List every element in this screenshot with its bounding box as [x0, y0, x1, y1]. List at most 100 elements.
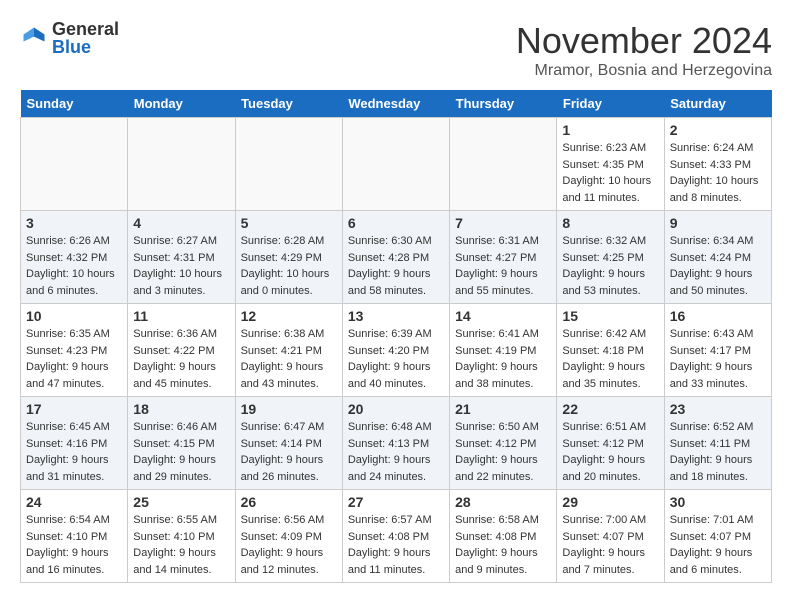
day-info: Sunrise: 6:30 AM Sunset: 4:28 PM Dayligh… — [348, 233, 444, 299]
title-area: November 2024 Mramor, Bosnia and Herzego… — [516, 20, 772, 80]
logo-blue-text: Blue — [52, 38, 119, 56]
calendar-cell — [342, 118, 449, 211]
calendar-cell: 24 Sunrise: 6:54 AM Sunset: 4:10 PM Dayli… — [21, 490, 128, 583]
day-info: Sunrise: 6:55 AM Sunset: 4:10 PM Dayligh… — [133, 512, 229, 578]
day-number: 13 — [348, 308, 444, 324]
day-info: Sunrise: 6:31 AM Sunset: 4:27 PM Dayligh… — [455, 233, 551, 299]
day-number: 24 — [26, 494, 122, 510]
day-info: Sunrise: 6:32 AM Sunset: 4:25 PM Dayligh… — [562, 233, 658, 299]
calendar-week-row: 17 Sunrise: 6:45 AM Sunset: 4:16 PM Dayli… — [21, 397, 772, 490]
day-info: Sunrise: 6:39 AM Sunset: 4:20 PM Dayligh… — [348, 326, 444, 392]
calendar-cell: 4 Sunrise: 6:27 AM Sunset: 4:31 PM Daylig… — [128, 211, 235, 304]
day-number: 1 — [562, 122, 658, 138]
header-tuesday: Tuesday — [235, 90, 342, 118]
calendar-cell — [21, 118, 128, 211]
day-info: Sunrise: 6:41 AM Sunset: 4:19 PM Dayligh… — [455, 326, 551, 392]
day-number: 23 — [670, 401, 766, 417]
day-info: Sunrise: 6:43 AM Sunset: 4:17 PM Dayligh… — [670, 326, 766, 392]
calendar-cell: 10 Sunrise: 6:35 AM Sunset: 4:23 PM Dayli… — [21, 304, 128, 397]
day-number: 17 — [26, 401, 122, 417]
day-info: Sunrise: 6:47 AM Sunset: 4:14 PM Dayligh… — [241, 419, 337, 485]
header-wednesday: Wednesday — [342, 90, 449, 118]
calendar-cell: 8 Sunrise: 6:32 AM Sunset: 4:25 PM Daylig… — [557, 211, 664, 304]
day-info: Sunrise: 6:58 AM Sunset: 4:08 PM Dayligh… — [455, 512, 551, 578]
calendar-cell: 1 Sunrise: 6:23 AM Sunset: 4:35 PM Daylig… — [557, 118, 664, 211]
day-number: 20 — [348, 401, 444, 417]
day-number: 10 — [26, 308, 122, 324]
calendar-cell: 12Sunrise: 6:38 AM Sunset: 4:21 PM Dayli… — [235, 304, 342, 397]
day-info: Sunrise: 6:36 AM Sunset: 4:22 PM Dayligh… — [133, 326, 229, 392]
calendar-cell: 21 Sunrise: 6:50 AM Sunset: 4:12 PM Dayli… — [450, 397, 557, 490]
day-info: Sunrise: 6:54 AM Sunset: 4:10 PM Dayligh… — [26, 512, 122, 578]
day-info: Sunrise: 6:56 AM Sunset: 4:09 PM Dayligh… — [241, 512, 337, 578]
calendar-cell: 30 Sunrise: 7:01 AM Sunset: 4:07 PM Dayli… — [664, 490, 771, 583]
day-number: 21 — [455, 401, 551, 417]
day-number: 19 — [241, 401, 337, 417]
day-number: 6 — [348, 215, 444, 231]
calendar-cell: 13 Sunrise: 6:39 AM Sunset: 4:20 PM Dayli… — [342, 304, 449, 397]
calendar-cell: 17 Sunrise: 6:45 AM Sunset: 4:16 PM Dayli… — [21, 397, 128, 490]
day-info: Sunrise: 6:45 AM Sunset: 4:16 PM Dayligh… — [26, 419, 122, 485]
day-info: Sunrise: 6:42 AM Sunset: 4:18 PM Dayligh… — [562, 326, 658, 392]
page-header: General Blue November 2024 Mramor, Bosni… — [20, 20, 772, 80]
day-number: 3 — [26, 215, 122, 231]
day-number: 29 — [562, 494, 658, 510]
calendar-cell: 19 Sunrise: 6:47 AM Sunset: 4:14 PM Dayli… — [235, 397, 342, 490]
calendar-cell: 5Sunrise: 6:28 AM Sunset: 4:29 PM Daylig… — [235, 211, 342, 304]
logo: General Blue — [20, 20, 119, 56]
calendar-cell — [235, 118, 342, 211]
day-number: 30 — [670, 494, 766, 510]
header-monday: Monday — [128, 90, 235, 118]
day-number: 22 — [562, 401, 658, 417]
calendar-cell: 7Sunrise: 6:31 AM Sunset: 4:27 PM Daylig… — [450, 211, 557, 304]
calendar-cell: 28 Sunrise: 6:58 AM Sunset: 4:08 PM Dayli… — [450, 490, 557, 583]
calendar-cell: 27 Sunrise: 6:57 AM Sunset: 4:08 PM Dayli… — [342, 490, 449, 583]
month-title: November 2024 — [516, 20, 772, 62]
day-number: 25 — [133, 494, 229, 510]
day-number: 14 — [455, 308, 551, 324]
day-info: Sunrise: 6:57 AM Sunset: 4:08 PM Dayligh… — [348, 512, 444, 578]
day-info: Sunrise: 6:26 AM Sunset: 4:32 PM Dayligh… — [26, 233, 122, 299]
calendar-header-row: SundayMondayTuesdayWednesdayThursdayFrid… — [21, 90, 772, 118]
day-number: 2 — [670, 122, 766, 138]
day-number: 15 — [562, 308, 658, 324]
day-info: Sunrise: 6:48 AM Sunset: 4:13 PM Dayligh… — [348, 419, 444, 485]
day-info: Sunrise: 6:27 AM Sunset: 4:31 PM Dayligh… — [133, 233, 229, 299]
day-number: 26 — [241, 494, 337, 510]
day-number: 4 — [133, 215, 229, 231]
calendar-cell: 2Sunrise: 6:24 AM Sunset: 4:33 PM Daylig… — [664, 118, 771, 211]
day-number: 28 — [455, 494, 551, 510]
calendar-cell: 6 Sunrise: 6:30 AM Sunset: 4:28 PM Daylig… — [342, 211, 449, 304]
calendar-cell: 15 Sunrise: 6:42 AM Sunset: 4:18 PM Dayli… — [557, 304, 664, 397]
calendar-cell: 14 Sunrise: 6:41 AM Sunset: 4:19 PM Dayli… — [450, 304, 557, 397]
day-number: 27 — [348, 494, 444, 510]
calendar-cell: 9 Sunrise: 6:34 AM Sunset: 4:24 PM Daylig… — [664, 211, 771, 304]
day-number: 5 — [241, 215, 337, 231]
day-number: 8 — [562, 215, 658, 231]
day-info: Sunrise: 6:35 AM Sunset: 4:23 PM Dayligh… — [26, 326, 122, 392]
header-saturday: Saturday — [664, 90, 771, 118]
logo-general-text: General — [52, 20, 119, 38]
day-number: 12 — [241, 308, 337, 324]
calendar-cell — [128, 118, 235, 211]
calendar-cell: 29Sunrise: 7:00 AM Sunset: 4:07 PM Dayli… — [557, 490, 664, 583]
calendar-cell: 23Sunrise: 6:52 AM Sunset: 4:11 PM Dayli… — [664, 397, 771, 490]
calendar-cell: 3 Sunrise: 6:26 AM Sunset: 4:32 PM Daylig… — [21, 211, 128, 304]
day-number: 16 — [670, 308, 766, 324]
day-info: Sunrise: 6:23 AM Sunset: 4:35 PM Dayligh… — [562, 140, 658, 206]
calendar-cell: 11Sunrise: 6:36 AM Sunset: 4:22 PM Dayli… — [128, 304, 235, 397]
day-number: 9 — [670, 215, 766, 231]
day-info: Sunrise: 7:01 AM Sunset: 4:07 PM Dayligh… — [670, 512, 766, 578]
calendar-week-row: 3 Sunrise: 6:26 AM Sunset: 4:32 PM Daylig… — [21, 211, 772, 304]
day-info: Sunrise: 6:51 AM Sunset: 4:12 PM Dayligh… — [562, 419, 658, 485]
day-info: Sunrise: 6:46 AM Sunset: 4:15 PM Dayligh… — [133, 419, 229, 485]
day-info: Sunrise: 6:34 AM Sunset: 4:24 PM Dayligh… — [670, 233, 766, 299]
header-friday: Friday — [557, 90, 664, 118]
day-info: Sunrise: 6:50 AM Sunset: 4:12 PM Dayligh… — [455, 419, 551, 485]
calendar-cell: 18 Sunrise: 6:46 AM Sunset: 4:15 PM Dayli… — [128, 397, 235, 490]
calendar-cell: 26 Sunrise: 6:56 AM Sunset: 4:09 PM Dayli… — [235, 490, 342, 583]
day-number: 18 — [133, 401, 229, 417]
calendar-week-row: 1 Sunrise: 6:23 AM Sunset: 4:35 PM Daylig… — [21, 118, 772, 211]
header-thursday: Thursday — [450, 90, 557, 118]
calendar-cell: 22 Sunrise: 6:51 AM Sunset: 4:12 PM Dayli… — [557, 397, 664, 490]
